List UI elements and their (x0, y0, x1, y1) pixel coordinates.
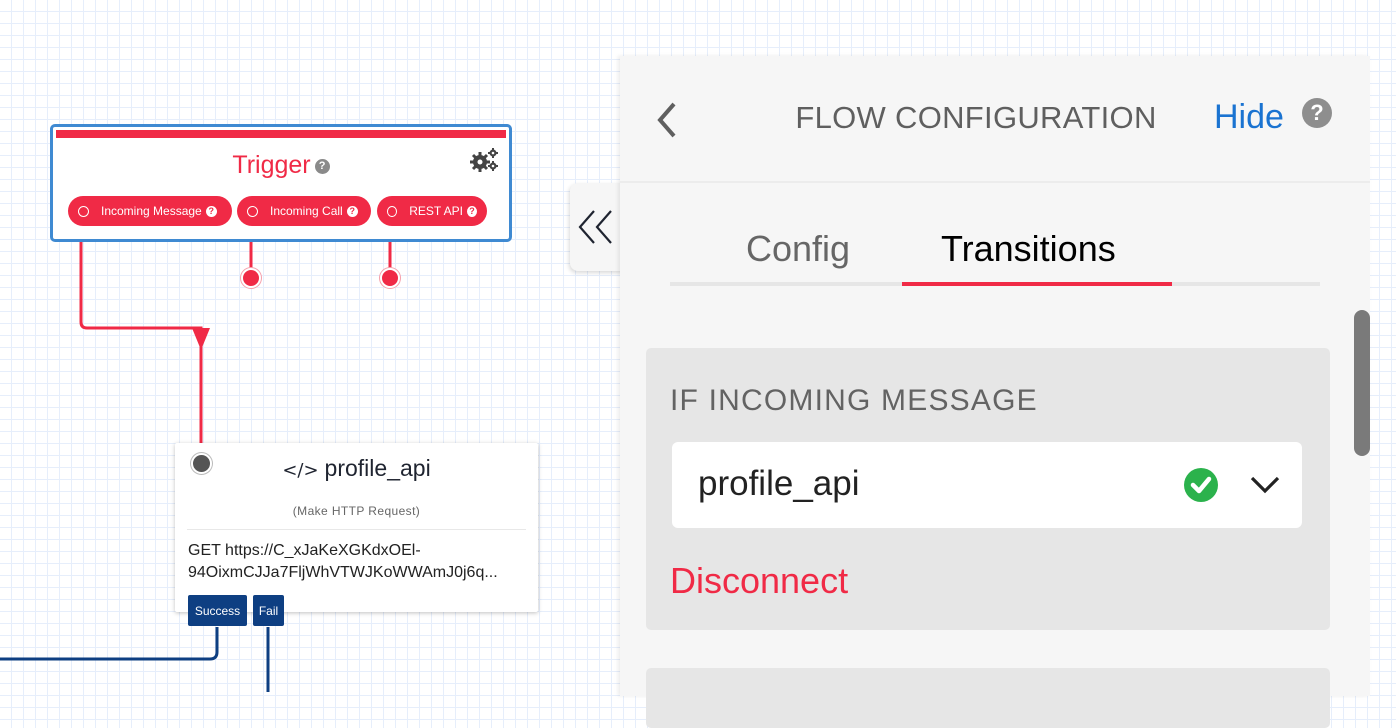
wire-incoming-message (79, 236, 203, 455)
trigger-label: Incoming Message (101, 204, 202, 218)
trigger-title-text: Trigger (232, 151, 311, 179)
disconnect-link[interactable]: Disconnect (670, 560, 848, 602)
gears-icon[interactable] (469, 147, 499, 173)
trigger-label: REST API (409, 204, 463, 218)
question-circle-icon[interactable]: ? (467, 205, 477, 217)
flow-configuration-panel: FLOW CONFIGURATION Hide ? Config Transit… (620, 56, 1370, 728)
widget-name: </> profile_api (175, 455, 538, 482)
trigger-node[interactable]: Trigger? Incoming Message ? Incoming Cal… (50, 124, 512, 242)
widget-url-line-2: 94OixmCJJa7FljWhVTWJKoWWAmJ0j6q... (188, 564, 498, 581)
incoming-call-endpoint[interactable] (241, 268, 261, 288)
wire-success (0, 627, 219, 661)
transition-widget-select[interactable]: profile_api (672, 442, 1302, 528)
widget-divider (187, 529, 526, 530)
trigger-incoming-call[interactable]: Incoming Call ? (237, 196, 371, 226)
widget-node-profile-api[interactable]: </> profile_api (Make HTTP Request) GET h… (175, 443, 538, 626)
hide-button[interactable]: Hide (1214, 98, 1284, 137)
header-divider (620, 181, 1370, 183)
transition-condition-label: IF INCOMING MESSAGE (670, 384, 1038, 417)
selected-widget: profile_api (698, 464, 860, 503)
question-circle-icon[interactable]: ? (346, 205, 358, 217)
transition-card: IF INCOMING MESSAGE profile_api Disconne… (646, 348, 1330, 630)
tab-transitions[interactable]: Transitions (941, 228, 1116, 270)
port-ring-icon (387, 205, 398, 217)
port-ring-icon (78, 205, 89, 217)
output-fail[interactable]: Fail (253, 595, 284, 626)
transition-card (646, 668, 1330, 728)
question-circle-icon[interactable]: ? (314, 158, 330, 174)
widget-url: GET https://C_xJaKeXGKdxOEl- 94OixmCJJa7… (188, 540, 528, 584)
question-circle-icon[interactable]: ? (205, 205, 217, 217)
question-circle-icon[interactable]: ? (1302, 98, 1332, 128)
port-ring-icon (247, 205, 258, 217)
tab-config[interactable]: Config (746, 228, 850, 270)
trigger-label: Incoming Call (270, 204, 343, 218)
trigger-header-bar (56, 130, 506, 138)
code-icon: </> (282, 460, 319, 481)
chevron-down-icon[interactable] (1248, 472, 1282, 496)
widget-type: (Make HTTP Request) (292, 504, 421, 518)
tab-active-indicator (902, 282, 1172, 286)
rest-api-endpoint[interactable] (380, 268, 400, 288)
trigger-title: Trigger? (53, 151, 509, 180)
output-success[interactable]: Success (188, 595, 247, 626)
wire-arrowhead (192, 328, 210, 350)
double-chevron-left-icon (578, 210, 612, 244)
panel-scrollbar[interactable] (1354, 310, 1370, 456)
widget-url-line-1: GET https://C_xJaKeXGKdxOEl- (188, 542, 421, 559)
widget-name-text: profile_api (324, 455, 431, 481)
trigger-rest-api[interactable]: REST API ? (377, 196, 487, 226)
check-circle-icon (1184, 468, 1218, 502)
trigger-incoming-message[interactable]: Incoming Message ? (68, 196, 232, 226)
